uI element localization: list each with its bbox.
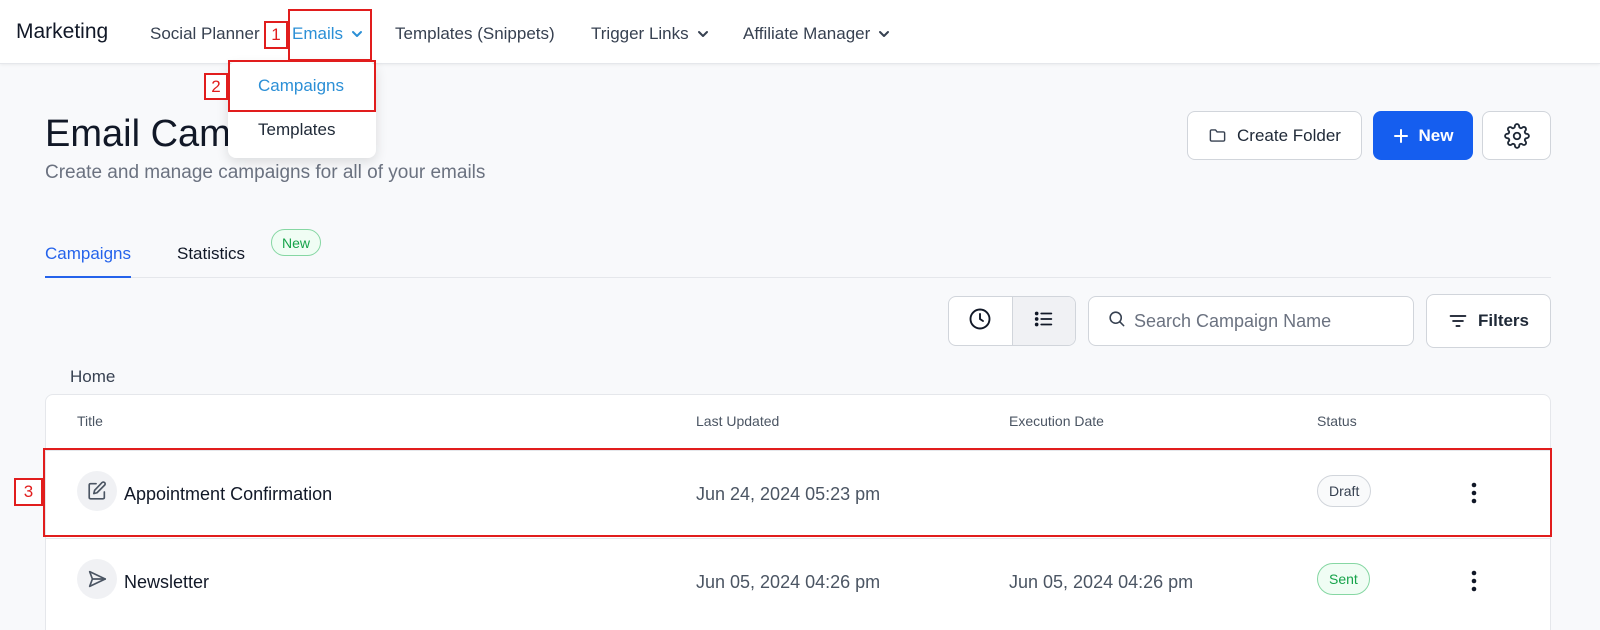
dropdown-item-templates[interactable]: Templates: [258, 120, 335, 140]
nav-trigger-links[interactable]: Trigger Links: [591, 24, 709, 44]
settings-button[interactable]: [1482, 111, 1551, 160]
new-badge: New: [271, 229, 322, 256]
annotation-label: 2: [204, 73, 228, 100]
list-icon: [1033, 308, 1055, 335]
search-box: [1088, 296, 1414, 346]
nav-label: Trigger Links: [591, 24, 689, 43]
execution-date-cell: Jun 05, 2024 04:26 pm: [1009, 572, 1194, 592]
top-nav: Marketing Social Planner Emails Template…: [0, 0, 1600, 64]
search-icon: [1107, 309, 1126, 333]
new-button-label: New: [1418, 125, 1454, 145]
column-header-status: Status: [1317, 413, 1357, 429]
nav-affiliate-manager[interactable]: Affiliate Manager: [743, 24, 890, 44]
folder-icon: [1208, 126, 1227, 145]
annotation-box-campaigns: [228, 60, 376, 112]
more-options-icon[interactable]: [1464, 567, 1484, 595]
nav-label: Affiliate Manager: [743, 24, 871, 43]
annotation-box-row: [43, 448, 1552, 537]
status-badge: Sent: [1317, 563, 1370, 595]
nav-label: Social Planner: [150, 24, 260, 43]
active-tab-indicator: [45, 276, 131, 278]
tab-statistics[interactable]: Statistics: [177, 244, 245, 264]
filters-label: Filters: [1477, 311, 1530, 330]
page-subtitle: Create and manage campaigns for all of y…: [45, 162, 486, 183]
nav-templates-snippets[interactable]: Templates (Snippets): [395, 24, 555, 44]
plus-icon: [1393, 128, 1409, 144]
list-view-button[interactable]: [1011, 297, 1075, 345]
nav-social-planner[interactable]: Social Planner: [150, 24, 260, 44]
campaign-title[interactable]: Newsletter: [124, 572, 209, 593]
nav-label: Templates (Snippets): [395, 24, 555, 43]
send-icon: [77, 559, 117, 599]
chevron-down-icon: [878, 28, 890, 40]
recent-view-button[interactable]: [949, 297, 1012, 345]
create-folder-label: Create Folder: [1237, 125, 1341, 145]
column-header-last-updated: Last Updated: [696, 413, 780, 429]
filters-button[interactable]: Filters: [1426, 294, 1551, 348]
create-folder-button[interactable]: Create Folder: [1187, 111, 1362, 160]
table-row[interactable]: Newsletter Jun 05, 2024 04:26 pm Jun 05,…: [46, 538, 1550, 626]
tab-campaigns[interactable]: Campaigns: [45, 244, 131, 264]
new-button[interactable]: New: [1373, 111, 1473, 160]
annotation-label: 3: [14, 478, 43, 506]
chevron-down-icon: [697, 28, 709, 40]
tabs-divider: [45, 277, 1551, 278]
page-title: Email Cam: [45, 113, 231, 155]
annotation-box-emails: [288, 9, 372, 61]
filter-icon: [1448, 311, 1468, 331]
last-updated-cell: Jun 05, 2024 04:26 pm: [696, 572, 881, 592]
gear-icon: [1503, 122, 1530, 149]
column-header-title: Title: [77, 413, 103, 429]
clock-icon: [968, 307, 992, 336]
search-input[interactable]: [1134, 310, 1394, 332]
breadcrumb[interactable]: Home: [70, 367, 115, 387]
view-toggle: [948, 296, 1076, 346]
brand-title: Marketing: [16, 20, 109, 43]
column-header-execution-date: Execution Date: [1009, 413, 1104, 429]
annotation-label: 1: [264, 21, 288, 49]
